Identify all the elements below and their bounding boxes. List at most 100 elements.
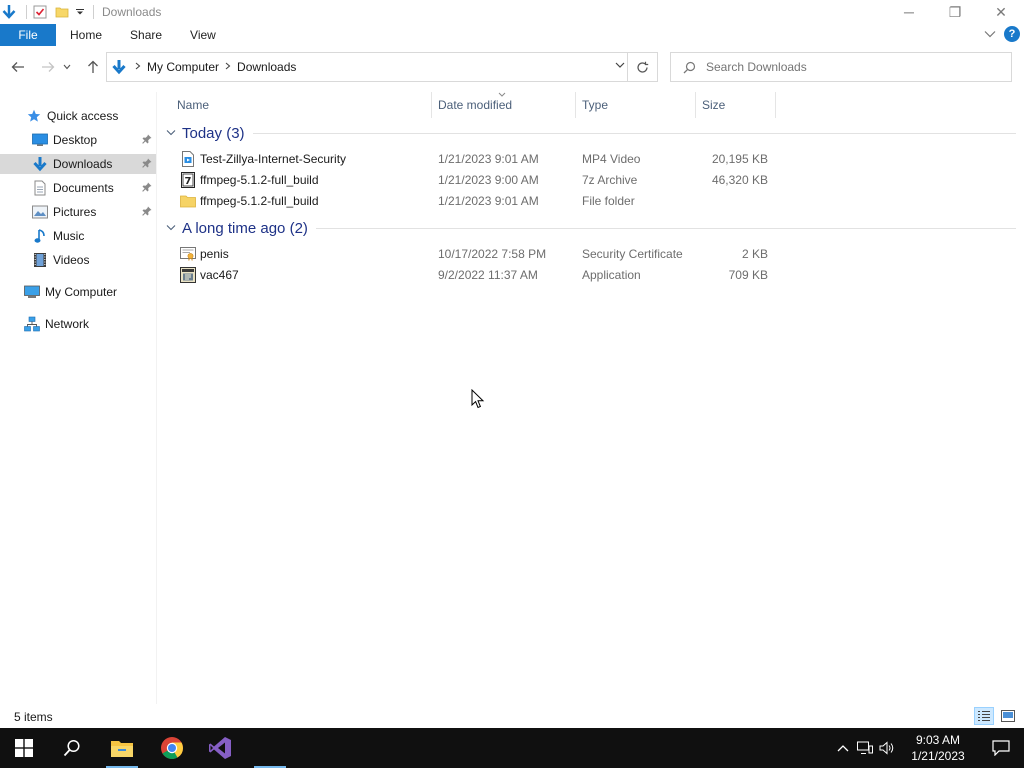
application-file-icon — [180, 266, 196, 283]
file-date: 1/21/2023 9:01 AM — [438, 151, 539, 166]
recent-locations-chevron-icon[interactable] — [60, 55, 74, 79]
group-title: Today (3) — [182, 124, 245, 142]
file-row[interactable]: 7 ffmpeg-5.1.2-full_build 1/21/2023 9:00… — [160, 169, 780, 190]
details-view-icon[interactable] — [974, 707, 994, 725]
sidebar-item-quick-access[interactable]: Quick access — [0, 106, 156, 126]
restore-button[interactable]: ❐ — [932, 0, 978, 24]
expand-ribbon-chevron-icon[interactable] — [984, 27, 996, 41]
start-button[interactable] — [0, 728, 48, 768]
file-name: penis — [200, 246, 229, 261]
file-row[interactable]: ffmpeg-5.1.2-full_build 1/21/2023 9:01 A… — [160, 190, 780, 211]
tab-view[interactable]: View — [176, 24, 230, 46]
file-row[interactable]: Test-Zillya-Internet-Security 1/21/2023 … — [160, 148, 780, 169]
large-icons-view-icon[interactable] — [998, 707, 1018, 725]
file-name: Test-Zillya-Internet-Security — [200, 151, 347, 166]
sidebar-item-network[interactable]: Network — [0, 314, 156, 334]
back-button[interactable] — [6, 55, 30, 79]
breadcrumb-downloads[interactable]: Downloads — [237, 60, 296, 74]
sidebar-item-my-computer[interactable]: My Computer — [0, 282, 156, 302]
pin-icon[interactable] — [142, 158, 152, 171]
show-hidden-icons-icon[interactable] — [832, 728, 854, 768]
new-folder-icon[interactable] — [53, 3, 71, 21]
group-header-long-time-ago[interactable]: A long time ago (2) — [166, 217, 1016, 239]
certificate-file-icon — [180, 246, 196, 262]
column-header-size[interactable]: Size — [696, 92, 774, 118]
clock[interactable]: 9:03 AM 1/21/2023 — [898, 728, 978, 768]
collapse-chevron-icon[interactable] — [166, 128, 180, 139]
sidebar-item-label: Quick access — [47, 109, 119, 123]
sidebar-item-downloads[interactable]: Downloads — [0, 154, 156, 174]
collapse-chevron-icon[interactable] — [166, 223, 180, 234]
status-bar: 5 items — [0, 706, 1024, 728]
chrome-taskbar-button[interactable] — [148, 728, 196, 768]
group-header-today[interactable]: Today (3) — [166, 122, 1016, 144]
up-button[interactable] — [81, 55, 105, 79]
svg-text:7: 7 — [185, 176, 192, 187]
music-icon — [32, 228, 48, 244]
taskbar: 9:03 AM 1/21/2023 — [0, 728, 1024, 768]
pin-icon[interactable] — [142, 182, 152, 195]
breadcrumb-chevron-icon[interactable] — [135, 62, 141, 73]
search-taskbar-button[interactable] — [48, 728, 96, 768]
mouse-cursor-icon — [471, 388, 485, 412]
search-icon — [683, 61, 696, 74]
tab-home[interactable]: Home — [56, 24, 116, 46]
file-name: ffmpeg-5.1.2-full_build — [200, 193, 319, 208]
pin-icon[interactable] — [142, 206, 152, 219]
sidebar-item-documents[interactable]: Documents — [0, 178, 156, 198]
computer-icon — [24, 284, 40, 300]
breadcrumb-my-computer[interactable]: My Computer — [147, 60, 219, 74]
column-header-date-modified[interactable]: Date modified — [432, 92, 574, 118]
volume-icon[interactable] — [876, 728, 898, 768]
tab-share[interactable]: Share — [116, 24, 176, 46]
network-tray-icon[interactable] — [854, 728, 876, 768]
folder-icon — [180, 193, 196, 209]
sidebar-item-videos[interactable]: Videos — [0, 250, 156, 270]
customize-toolbar-chevron-icon[interactable] — [75, 3, 85, 21]
file-size: 709 KB — [728, 267, 768, 282]
file-row[interactable]: penis 10/17/2022 7:58 PM Security Certif… — [160, 243, 780, 264]
tab-file[interactable]: File — [0, 24, 56, 46]
sidebar-item-desktop[interactable]: Desktop — [0, 130, 156, 150]
help-icon[interactable]: ? — [1004, 26, 1020, 42]
desktop-icon — [32, 132, 48, 148]
address-bar[interactable]: My Computer Downloads — [106, 52, 658, 82]
column-header-name[interactable]: Name — [171, 92, 431, 118]
forward-button[interactable] — [36, 55, 60, 79]
visual-studio-taskbar-button[interactable] — [196, 728, 244, 768]
file-date: 1/21/2023 9:01 AM — [438, 193, 539, 208]
sidebar-item-label: Downloads — [53, 157, 113, 171]
navigation-row: My Computer Downloads — [0, 50, 1024, 84]
breadcrumb-chevron-icon[interactable] — [225, 62, 231, 73]
minimize-button[interactable]: ─ — [886, 0, 932, 24]
column-header-type[interactable]: Type — [576, 92, 694, 118]
file-list: Name Date modified Type Size Today (3) T… — [160, 88, 1024, 704]
file-explorer-taskbar-button[interactable] — [98, 728, 146, 768]
video-file-icon — [180, 150, 196, 167]
sidebar-item-label: Network — [45, 317, 90, 331]
refresh-button[interactable] — [627, 53, 657, 81]
active-window-indicator[interactable] — [246, 728, 294, 768]
file-date: 9/2/2022 11:37 AM — [438, 267, 538, 282]
notifications-icon[interactable] — [978, 728, 1024, 768]
file-type: Security Certificate — [582, 246, 683, 261]
file-row[interactable]: vac467 9/2/2022 11:37 AM Application 709… — [160, 264, 780, 285]
sidebar-item-pictures[interactable]: Pictures — [0, 202, 156, 222]
close-button[interactable]: ✕ — [978, 0, 1024, 24]
search-input[interactable] — [706, 60, 996, 74]
column-headers: Name Date modified Type Size — [160, 92, 780, 118]
pin-icon[interactable] — [142, 134, 152, 147]
window-title: Downloads — [102, 5, 162, 19]
address-history-chevron-icon[interactable] — [615, 59, 625, 71]
system-tray: 9:03 AM 1/21/2023 — [832, 728, 1024, 768]
search-box[interactable] — [670, 52, 1012, 82]
file-name: ffmpeg-5.1.2-full_build — [200, 172, 319, 187]
down-arrow-icon[interactable] — [0, 3, 18, 21]
sidebar-item-label: My Computer — [45, 285, 118, 299]
sidebar-item-music[interactable]: Music — [0, 226, 156, 246]
sidebar-item-label: Videos — [53, 253, 90, 267]
pictures-icon — [32, 204, 48, 220]
sidebar-item-label: Desktop — [53, 133, 98, 147]
properties-icon[interactable] — [31, 3, 49, 21]
file-size: 20,195 KB — [711, 151, 768, 166]
